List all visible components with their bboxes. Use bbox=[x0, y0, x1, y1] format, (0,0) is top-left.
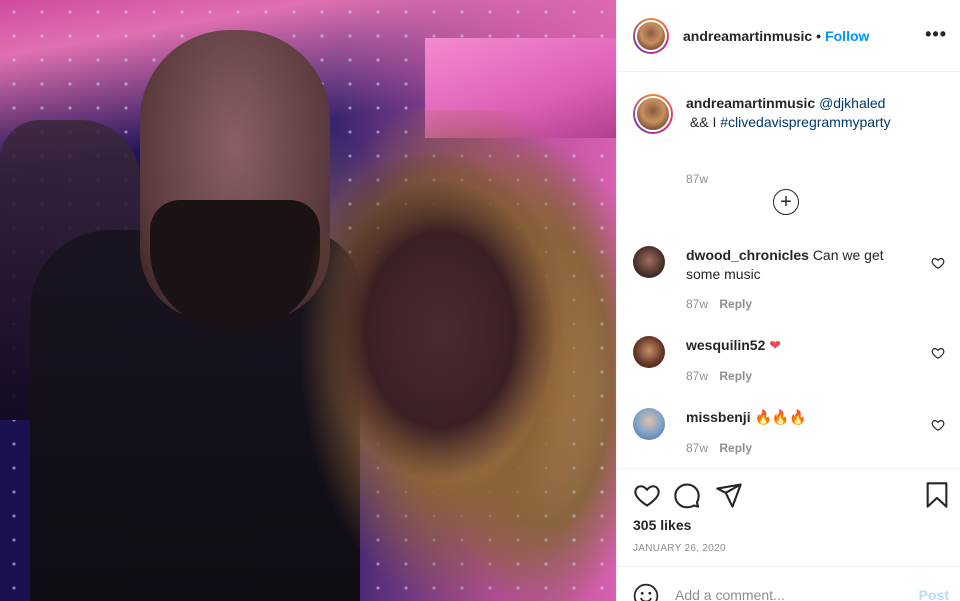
separator-dot: • bbox=[816, 27, 822, 44]
comment-text: ❤ bbox=[769, 338, 781, 354]
caption-text: andreamartinmusic @djkhaled && I #clived… bbox=[686, 94, 936, 132]
comment-body: missbenji 🔥🔥🔥 bbox=[686, 408, 906, 428]
comments-section[interactable]: andreamartinmusic @djkhaled && I #clived… bbox=[617, 72, 960, 468]
comment-username[interactable]: dwood_chronicles bbox=[686, 247, 809, 263]
post-date: JANUARY 26, 2020 bbox=[633, 543, 726, 554]
heart-icon[interactable] bbox=[931, 346, 945, 360]
post-comment-button[interactable]: Post bbox=[919, 587, 949, 601]
author-avatar[interactable] bbox=[633, 17, 669, 54]
comment-username[interactable]: missbenji bbox=[686, 409, 751, 425]
reply-button[interactable]: Reply bbox=[719, 441, 752, 455]
comment-meta: 87w Reply bbox=[686, 369, 752, 383]
caption-mention[interactable]: @djkhaled bbox=[819, 95, 885, 111]
comment-time: 87w bbox=[686, 369, 709, 383]
follow-button[interactable]: Follow bbox=[825, 28, 869, 44]
emoji-icon[interactable] bbox=[633, 583, 659, 601]
reply-button[interactable]: Reply bbox=[719, 369, 752, 383]
heart-icon[interactable] bbox=[931, 418, 945, 432]
author-username[interactable]: andreamartinmusic bbox=[683, 28, 812, 44]
post-photo[interactable] bbox=[0, 0, 616, 601]
comment-body: wesquilin52 ❤ bbox=[686, 336, 906, 356]
ellipsis-icon[interactable]: ••• bbox=[925, 24, 947, 45]
heart-icon[interactable] bbox=[931, 256, 945, 270]
likes-count[interactable]: 305 likes bbox=[633, 517, 691, 533]
commenter-avatar[interactable] bbox=[633, 336, 665, 368]
comment-text: 🔥🔥🔥 bbox=[754, 410, 807, 426]
add-circle-icon[interactable]: + bbox=[773, 189, 799, 215]
commenter-avatar[interactable] bbox=[633, 408, 665, 440]
reply-button[interactable]: Reply bbox=[719, 297, 752, 311]
post-actions: 305 likes JANUARY 26, 2020 bbox=[617, 468, 960, 566]
comment-icon[interactable] bbox=[673, 481, 701, 509]
caption-time: 87w bbox=[686, 172, 709, 186]
post-side-panel: andreamartinmusic • Follow ••• andreamar… bbox=[616, 0, 960, 601]
comment-time: 87w bbox=[686, 297, 709, 311]
share-icon[interactable] bbox=[715, 481, 743, 509]
comment-input[interactable] bbox=[675, 583, 905, 601]
heart-icon[interactable] bbox=[633, 481, 661, 509]
caption-body: && I bbox=[686, 114, 721, 130]
caption-hashtag[interactable]: #clivedavispregrammyparty bbox=[720, 114, 890, 130]
comment-meta: 87w Reply bbox=[686, 297, 752, 311]
comment-body: dwood_chronicles Can we get some music bbox=[686, 246, 906, 284]
caption-username[interactable]: andreamartinmusic bbox=[686, 95, 815, 111]
comment-meta: 87w Reply bbox=[686, 441, 752, 455]
commenter-avatar[interactable] bbox=[633, 246, 665, 278]
caption-avatar[interactable] bbox=[633, 94, 673, 134]
post-header: andreamartinmusic • Follow ••• bbox=[617, 0, 960, 72]
bookmark-icon[interactable] bbox=[923, 481, 951, 509]
photo-person-right bbox=[290, 110, 616, 601]
comment-time: 87w bbox=[686, 441, 709, 455]
add-comment-bar: Post bbox=[617, 566, 960, 601]
comment-username[interactable]: wesquilin52 bbox=[686, 337, 765, 353]
